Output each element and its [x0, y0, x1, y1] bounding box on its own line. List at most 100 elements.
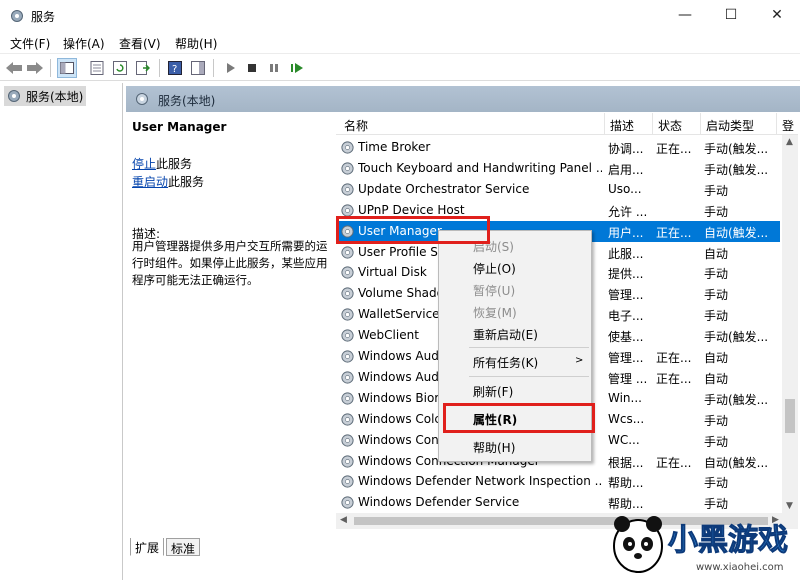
service-row[interactable]: Time Broker 协调... 正在... 手动(触发...	[336, 137, 780, 158]
description-text: 用户管理器提供多用户交互所需要的运行时组件。如果停止此服务，某些应用程序可能无法…	[132, 239, 328, 287]
watermark-text: 小黑游戏	[668, 523, 788, 558]
service-description: 管理...	[608, 351, 644, 365]
highlight-properties-item	[443, 403, 595, 433]
service-gear-icon	[341, 308, 354, 321]
service-name: Windows Defender Network Inspection ...	[358, 474, 602, 489]
service-gear-icon	[341, 413, 354, 426]
column-header: ^ 名称 描述 状态 启动类型 登	[336, 113, 798, 135]
show-hide-pane-icon[interactable]	[188, 58, 208, 78]
service-description: 此服...	[608, 246, 644, 261]
ctx-help[interactable]: 帮助(H)	[473, 439, 515, 456]
stop-service-icon[interactable]	[242, 58, 262, 78]
menu-action[interactable]: 操作(A)	[63, 35, 105, 52]
ctx-separator	[469, 347, 589, 348]
scroll-left-icon[interactable]: ◀	[340, 515, 347, 525]
service-gear-icon	[341, 329, 354, 342]
column-logon[interactable]: 登	[782, 117, 794, 134]
service-startup-type: 手动(触发...	[704, 330, 769, 345]
service-description: Wcs...	[608, 411, 645, 426]
service-description: 启用...	[608, 162, 644, 177]
column-status[interactable]: 状态	[658, 117, 682, 134]
service-description: 管理...	[608, 288, 644, 303]
service-row[interactable]: Update Orchestrator Service Uso... 手动	[336, 179, 780, 200]
service-startup-type: 自动	[704, 351, 729, 365]
service-detail-panel: User Manager 停止此服务 重启动此服务 描述: 用户管理器提供多用户…	[126, 113, 330, 533]
service-startup-type: 手动	[704, 267, 729, 282]
restart-suffix: 此服务	[168, 175, 205, 189]
menu-help[interactable]: 帮助(H)	[175, 35, 217, 52]
help-icon[interactable]: ?	[165, 58, 185, 78]
tab-extended[interactable]: 扩展	[130, 538, 165, 556]
tree-item-label: 服务(本地)	[26, 89, 84, 104]
ctx-resume[interactable]: 恢复(M)	[473, 304, 517, 321]
highlight-selected-service	[336, 216, 490, 244]
tab-standard[interactable]: 标准	[166, 538, 201, 556]
refresh-icon[interactable]	[110, 58, 130, 78]
service-status: 正在...	[656, 351, 692, 365]
service-startup-type: 自动	[704, 371, 729, 386]
ctx-pause[interactable]: 暂停(U)	[473, 282, 515, 299]
forward-arrow-icon[interactable]	[25, 58, 45, 78]
service-gear-icon	[341, 371, 354, 384]
service-startup-type: 手动	[704, 413, 729, 428]
back-arrow-icon[interactable]	[4, 58, 24, 78]
column-startup-type[interactable]: 启动类型	[706, 117, 754, 134]
export-list-icon[interactable]	[133, 58, 153, 78]
menu-file[interactable]: 文件(F)	[10, 35, 50, 52]
restart-service-icon[interactable]	[287, 58, 307, 78]
console-tree-icon[interactable]	[57, 58, 77, 78]
service-status: 正在...	[656, 455, 692, 470]
ctx-separator	[469, 376, 589, 377]
submenu-arrow-icon: >	[575, 355, 584, 366]
services-gear-icon	[11, 10, 23, 22]
service-gear-icon	[341, 454, 354, 468]
service-gear-icon	[341, 141, 354, 154]
stop-service-link[interactable]: 停止	[132, 157, 156, 171]
service-description: 管理 ...	[608, 371, 648, 386]
service-startup-type: 手动(触发...	[704, 162, 769, 177]
service-description: 帮助...	[608, 476, 644, 491]
service-status: 正在...	[656, 142, 692, 156]
column-description[interactable]: 描述	[610, 117, 634, 134]
service-description: Uso...	[608, 181, 642, 196]
service-startup-type: 自动	[704, 246, 729, 261]
gear-icon	[136, 93, 148, 105]
service-startup-type: 自动(触发...	[704, 455, 769, 470]
service-row[interactable]: Windows Defender Network Inspection ... 帮…	[336, 471, 780, 492]
window-title: 服务	[31, 10, 56, 24]
service-gear-icon	[341, 350, 354, 363]
close-button[interactable]: ✕	[754, 0, 800, 31]
stop-action: 停止此服务	[132, 155, 192, 172]
column-name[interactable]: 名称	[344, 117, 368, 134]
service-gear-icon	[341, 287, 354, 300]
vertical-scrollbar[interactable]: ▲ ▼	[782, 135, 798, 513]
start-service-icon[interactable]	[220, 58, 240, 78]
service-description: 使基...	[608, 330, 644, 345]
service-startup-type: 手动	[704, 309, 729, 324]
service-gear-icon	[341, 162, 354, 175]
service-gear-icon	[341, 392, 354, 405]
restart-service-link[interactable]: 重启动	[132, 175, 168, 189]
ctx-all-tasks[interactable]: 所有任务(K)	[473, 354, 538, 371]
service-name: Windows Defender Service	[358, 495, 520, 510]
ctx-restart[interactable]: 重新启动(E)	[473, 326, 538, 343]
properties-sheet-icon[interactable]	[87, 58, 107, 78]
service-gear-icon	[341, 496, 354, 509]
watermark-logo: 小黑游戏 www.xiaohei.com	[604, 504, 798, 578]
vertical-scroll-thumb[interactable]	[785, 399, 795, 433]
scroll-up-icon[interactable]: ▲	[786, 137, 793, 147]
watermark-url: www.xiaohei.com	[696, 562, 784, 573]
ctx-refresh[interactable]: 刷新(F)	[473, 383, 513, 400]
main-header: 服务(本地)	[126, 86, 800, 112]
selected-service-name: User Manager	[132, 120, 227, 134]
menu-view[interactable]: 查看(V)	[119, 35, 161, 52]
pause-service-icon[interactable]	[264, 58, 284, 78]
ctx-stop[interactable]: 停止(O)	[473, 260, 516, 277]
maximize-button[interactable]: ☐	[708, 0, 754, 31]
service-row[interactable]: Touch Keyboard and Handwriting Panel ...…	[336, 158, 780, 179]
svg-text:?: ?	[172, 64, 177, 75]
main-header-title: 服务(本地)	[158, 94, 216, 108]
tree-item-services-local[interactable]: 服务(本地)	[4, 86, 86, 106]
minimize-button[interactable]: —	[662, 0, 708, 31]
service-status: 正在...	[656, 225, 692, 240]
